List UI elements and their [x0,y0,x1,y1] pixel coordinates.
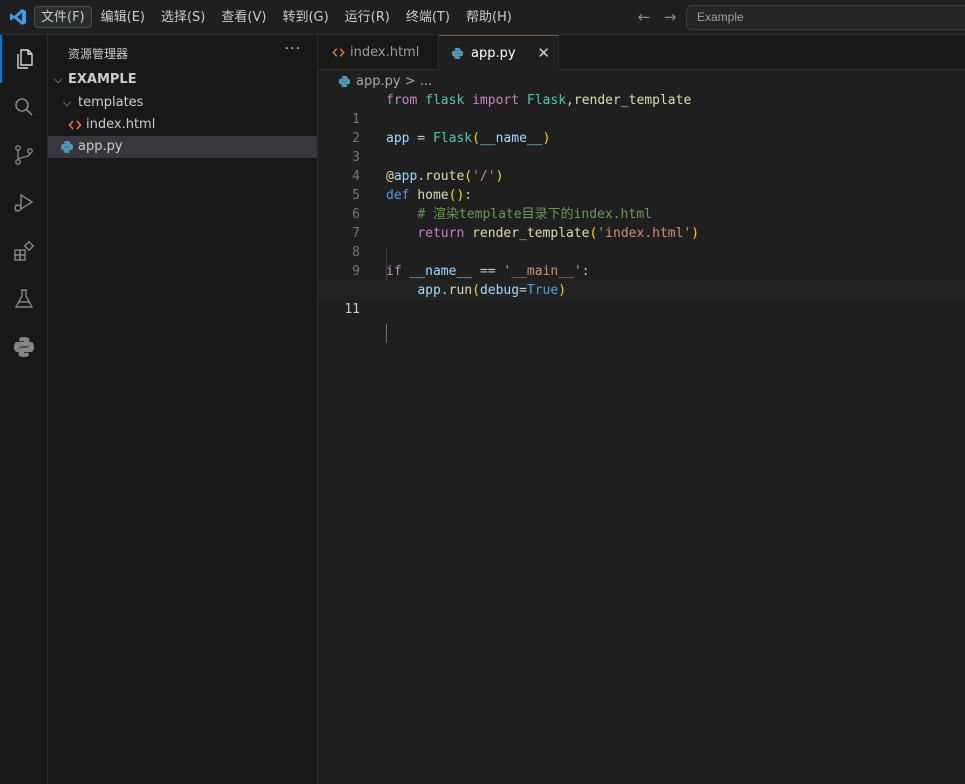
menu-go[interactable]: 转到(G) [275,6,335,28]
explorer-title: 资源管理器 [68,47,129,61]
code-line: 7 # 渲染template目录下的index.html [318,205,965,241]
extensions-icon[interactable] [0,227,48,275]
code-text: app.run(debug=True) [417,283,567,298]
title-bar: 文件(F) 编辑(E) 选择(S) 查看(V) 转到(G) 运行(R) 终端(T… [0,0,965,35]
html-file-icon [68,120,82,130]
explorer-sidebar: 资源管理器 ··· ⌵ EXAMPLE ⌵ templates index.ht… [48,35,318,784]
menu-help[interactable]: 帮助(H) [459,6,519,28]
editor-area: index.html app.py ✕ app.py > ... 1 from … [318,35,965,784]
testing-icon[interactable] [0,275,48,323]
chevron-down-icon: ⌵ [62,96,72,109]
breadcrumb-symbols[interactable]: ... [420,74,432,89]
code-line: 3 app = Flask(__name__) [318,129,965,165]
workspace-name: EXAMPLE [68,72,137,87]
back-arrow-icon[interactable]: ← [636,9,652,25]
code-text: # 渲染template目录下的index.html [417,207,652,222]
code-text: if __name__ == '__main__': [386,264,590,279]
menu-edit[interactable]: 编辑(E) [94,6,152,28]
tab-app-py[interactable]: app.py ✕ [439,35,559,70]
code-line: 5 @app.route('/') [318,167,965,203]
forward-arrow-icon[interactable]: → [662,9,678,25]
menu-bar: 文件(F) 编辑(E) 选择(S) 查看(V) 转到(G) 运行(R) 终端(T… [34,6,521,28]
code-line: 1 from flask import Flask,render_templat… [318,91,965,127]
vscode-logo-icon [10,9,26,25]
search-icon[interactable] [0,83,48,131]
menu-file[interactable]: 文件(F) [34,6,92,28]
tab-bar: index.html app.py ✕ [318,35,965,70]
code-text: @app.route('/') [386,169,504,184]
tree-item-index-html[interactable]: index.html [48,114,317,136]
chevron-down-icon: ⌵ [53,73,63,86]
code-text: from flask import Flask,render_template [386,93,692,108]
source-control-icon[interactable] [0,131,48,179]
code-line: 2 [318,110,965,146]
code-line: 9 [318,243,965,279]
code-line: 4 [318,148,965,184]
tab-label: app.py [471,46,516,61]
tree-item-label: app.py [78,139,123,154]
code-line: 10 if __name__ == '__main__': [318,262,965,298]
tree-item-templates[interactable]: ⌵ templates [48,92,317,114]
close-icon[interactable]: ✕ [537,36,550,71]
code-text: return render_template('index.html') [417,226,700,241]
html-file-icon [332,48,345,57]
code-text: def home(): [386,188,473,203]
tab-label: index.html [350,45,420,60]
menu-terminal[interactable]: 终端(T) [399,6,457,28]
run-debug-icon[interactable] [0,179,48,227]
menu-selection[interactable]: 选择(S) [154,6,212,28]
python-icon[interactable] [0,323,48,371]
command-center-search[interactable]: Example [686,5,965,30]
line-number: 11 [344,302,360,317]
activity-bar [0,35,48,784]
python-file-icon [338,75,351,88]
python-file-icon [451,47,464,60]
tree-item-app-py[interactable]: app.py [48,136,317,158]
python-file-icon [61,141,73,153]
menu-run[interactable]: 运行(R) [338,6,397,28]
tree-item-label: index.html [86,117,156,132]
indent-guide [386,324,387,343]
explorer-icon[interactable] [0,35,48,83]
code-line-current: 11 app.run(debug=True) [318,281,965,317]
code-line: 8 return render_template('index.html') [318,224,965,260]
more-actions-icon[interactable]: ··· [285,41,301,57]
tab-index-html[interactable]: index.html [318,35,439,70]
breadcrumb-file[interactable]: app.py [356,74,401,89]
code-text: app = Flask(__name__) [386,131,551,146]
menu-view[interactable]: 查看(V) [214,6,273,28]
code-line: 6 def home(): [318,186,965,222]
tree-item-label: templates [78,95,144,110]
breadcrumb-separator: > [404,74,416,89]
workspace-section-header[interactable]: ⌵ EXAMPLE [48,69,317,91]
